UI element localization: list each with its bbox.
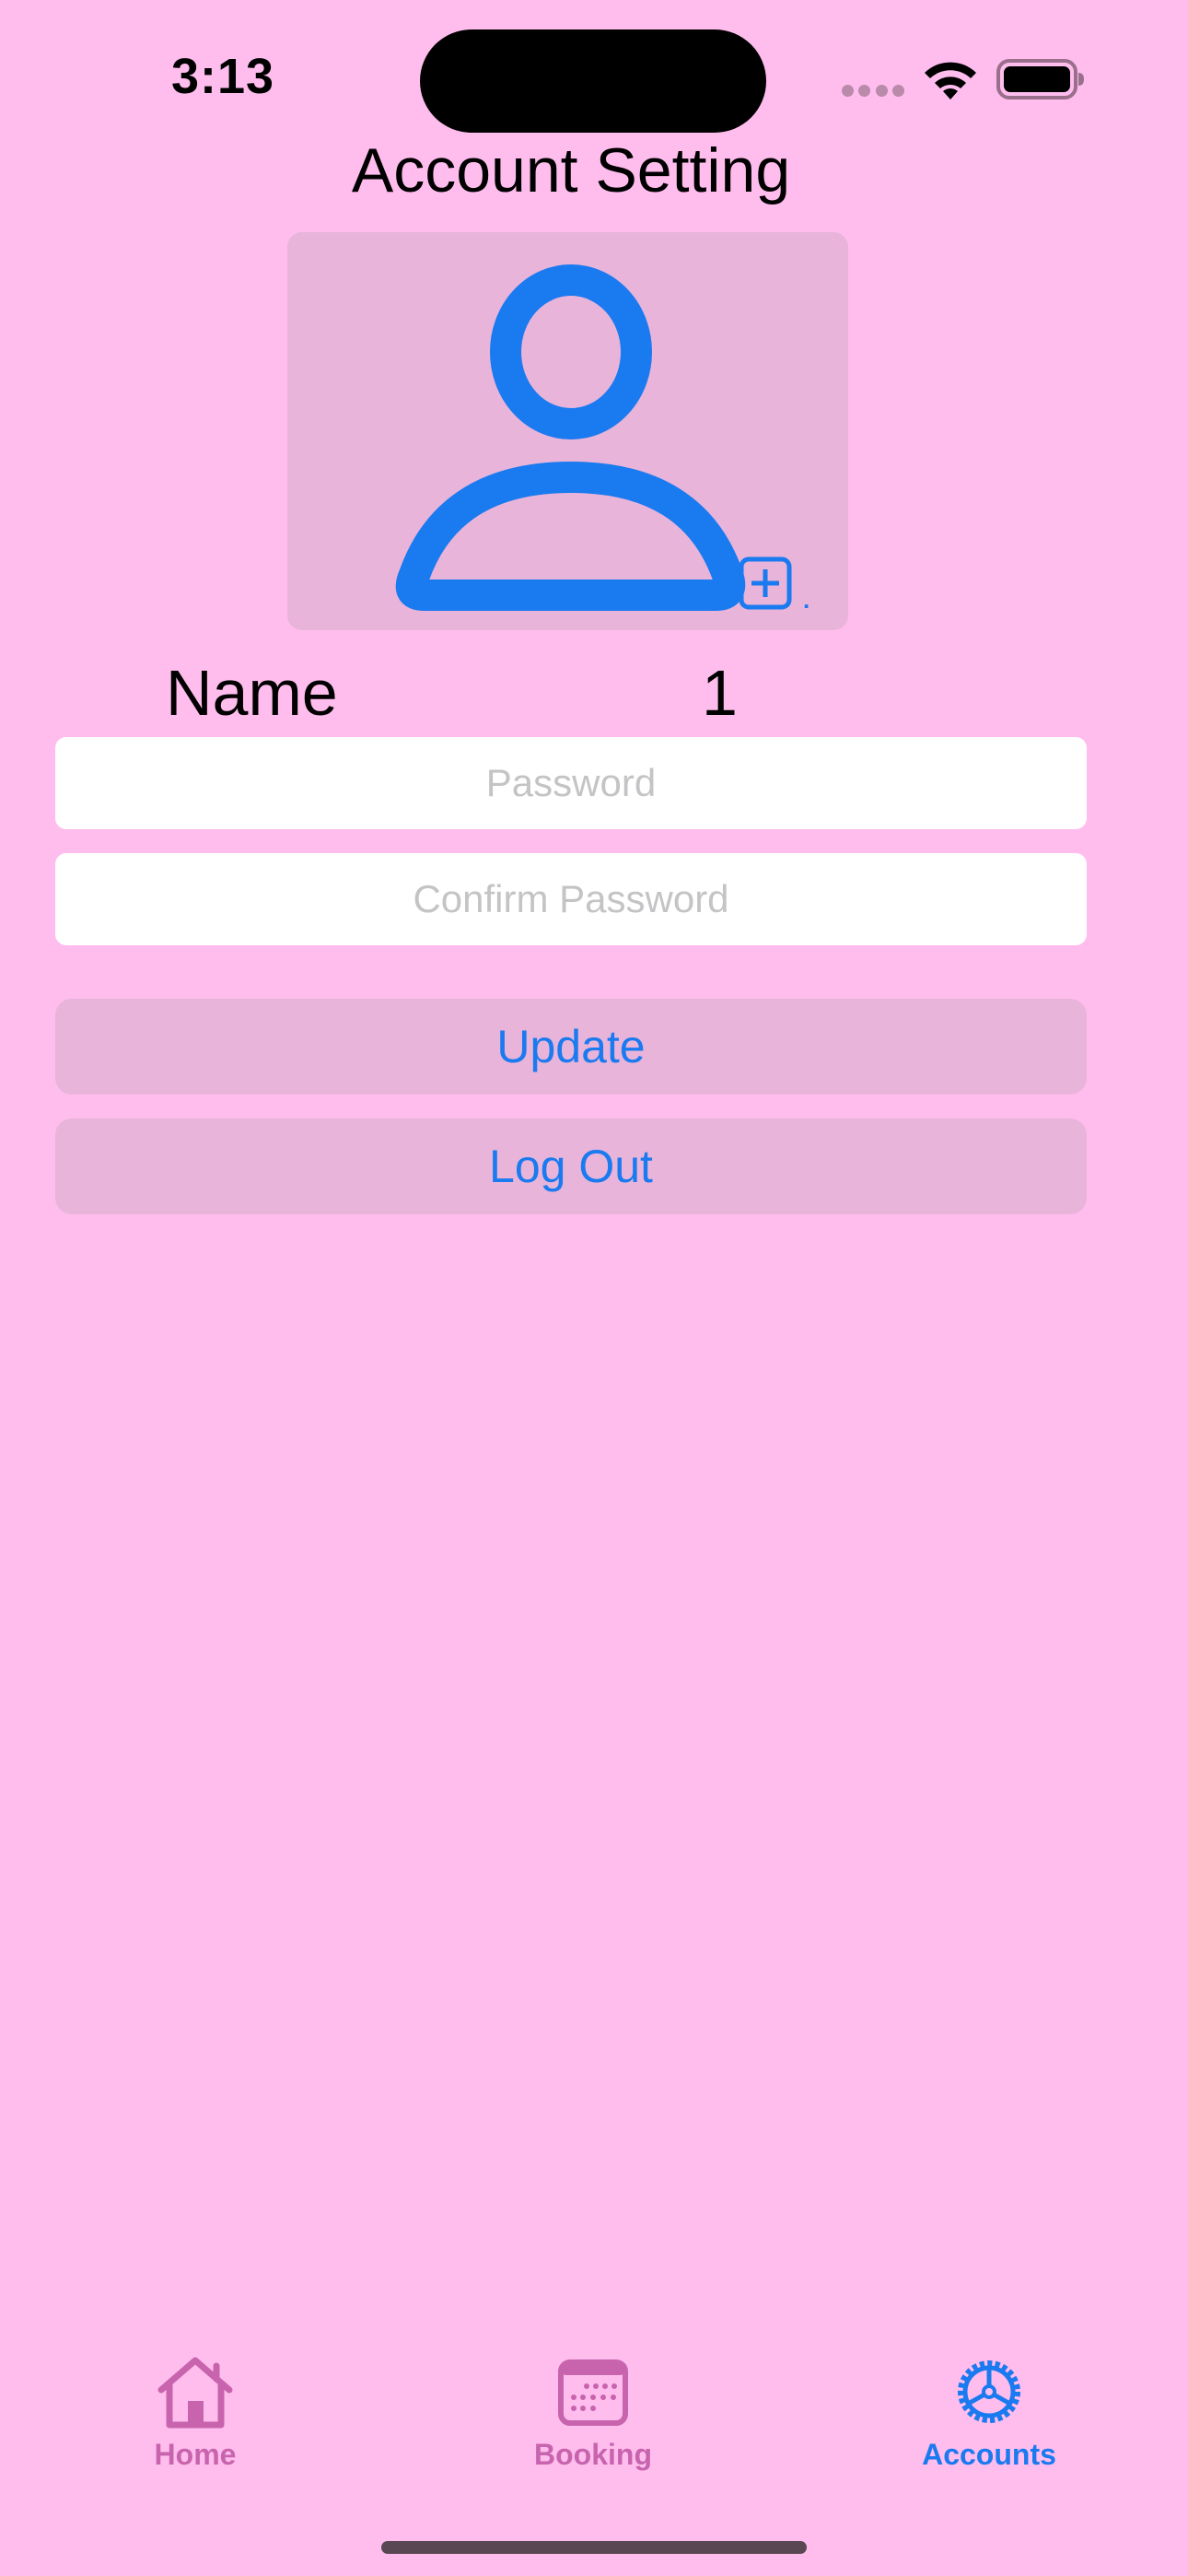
dynamic-island [420,29,766,133]
update-button[interactable]: Update [55,999,1087,1095]
gear-icon [958,2360,1020,2423]
tab-booking-label: Booking [534,2438,652,2471]
status-time: 3:13 [171,49,275,104]
house-icon [157,2357,233,2429]
add-photo-suffix: . [803,586,810,614]
wifi-icon [925,62,976,100]
confirm-password-field[interactable] [55,853,1087,945]
cellular-dots-icon [842,85,904,98]
logout-button[interactable]: Log Out [55,1118,1087,1214]
battery-icon [996,59,1084,100]
tab-booking[interactable]: Booking [455,2355,731,2472]
tab-home[interactable]: Home [57,2355,333,2472]
tab-home-label: Home [154,2438,237,2471]
plus-square-icon[interactable] [739,556,792,610]
name-label: Name [166,657,338,729]
tab-accounts-label: Accounts [922,2438,1056,2471]
name-value: 1 [702,657,738,729]
page-title: Account Setting [351,135,791,205]
password-field[interactable] [55,737,1087,829]
calendar-icon [558,2359,628,2426]
tab-accounts[interactable]: Accounts [851,2355,1127,2472]
home-indicator [381,2541,807,2554]
